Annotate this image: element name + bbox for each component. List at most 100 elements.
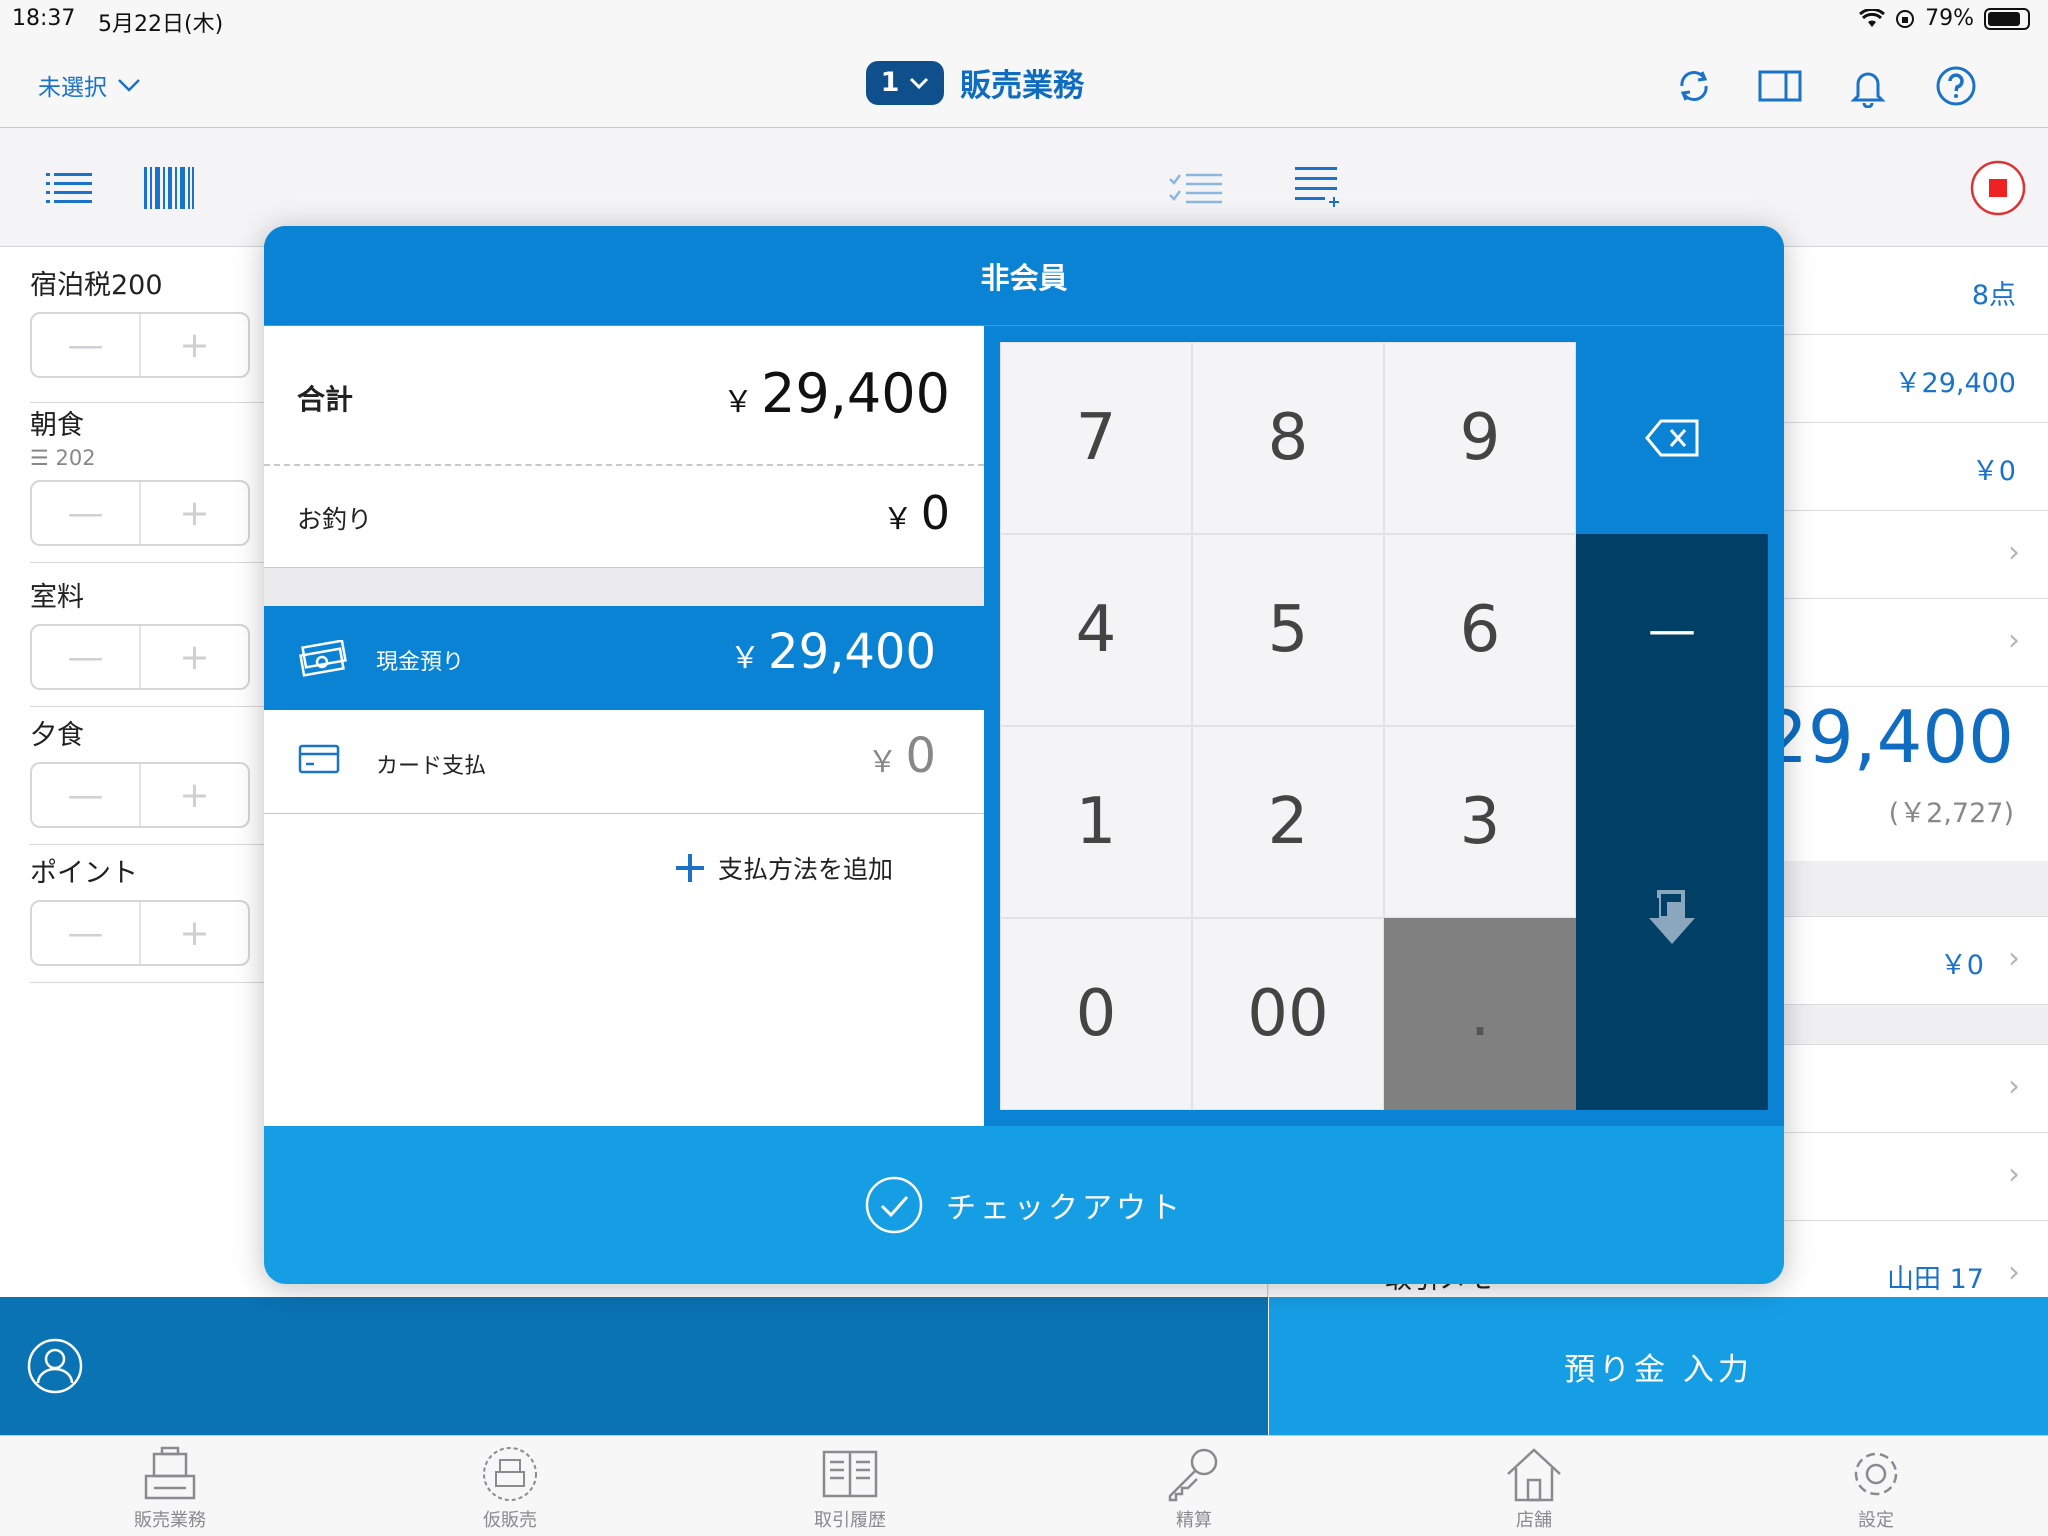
decrement-button[interactable]: — [32, 764, 141, 826]
yen-sign: ￥ [867, 745, 898, 780]
key-3[interactable]: 3 [1384, 726, 1576, 918]
item-count: 8点 [1971, 280, 2016, 311]
quantity-stepper: — + [30, 480, 250, 546]
selection-arrow [962, 624, 986, 678]
change-label: お釣り [297, 505, 373, 534]
register-icon [144, 1446, 196, 1500]
chevron-right-icon: › [2008, 535, 2020, 570]
quantity-stepper: — + [30, 312, 250, 378]
key-decimal[interactable]: . [1384, 918, 1576, 1110]
tab-store[interactable]: 店舗 [1464, 1446, 1604, 1532]
key-icon [1168, 1448, 1218, 1502]
payment-method-cash[interactable]: 現金預り ￥ 29,400 [264, 606, 984, 710]
product-item: ポイント — + [30, 851, 270, 983]
menu-icon: ☰ [30, 446, 56, 470]
key-1[interactable]: 1 [1000, 726, 1192, 918]
increment-button[interactable]: + [141, 902, 248, 964]
quantity-stepper: — + [30, 762, 250, 828]
change-value: 0 [920, 486, 950, 540]
increment-button[interactable]: + [141, 314, 248, 376]
key-5[interactable]: 5 [1192, 534, 1384, 726]
tab-temporary-sales[interactable]: 仮販売 [440, 1446, 580, 1532]
list-view-icon[interactable] [46, 171, 92, 205]
decrement-button[interactable]: — [32, 902, 141, 964]
backspace-icon [1645, 419, 1699, 457]
key-4[interactable]: 4 [1000, 534, 1192, 726]
quantity-stepper: — + [30, 624, 250, 690]
payment-method-card[interactable]: カード支払 ￥ 0 [264, 710, 984, 814]
product-name: 宿泊税200 [30, 270, 163, 301]
tab-label: 店舗 [1516, 1510, 1552, 1531]
add-list-icon[interactable] [1295, 165, 1341, 211]
tab-label: 設定 [1858, 1510, 1894, 1531]
help-icon[interactable] [1934, 64, 1978, 108]
increment-button[interactable]: + [141, 626, 248, 688]
backspace-button[interactable] [1576, 342, 1768, 534]
refresh-icon[interactable] [1672, 64, 1716, 108]
numeric-keypad: 7 8 9 4 5 6 — 1 2 3 0 00 . [1000, 342, 1768, 1110]
tab-settings[interactable]: 設定 [1806, 1446, 1946, 1532]
product-name: 夕食 [30, 720, 84, 751]
product-name: 朝食 [30, 410, 84, 441]
product-name: 室料 [30, 582, 84, 613]
chevron-right-icon: › [2008, 1255, 2020, 1290]
customer-icon[interactable] [26, 1337, 84, 1395]
key-0[interactable]: 0 [1000, 918, 1192, 1110]
total-row: 合計 ￥ 29,400 [264, 326, 984, 466]
add-payment-button[interactable]: 支払方法を追加 [674, 850, 893, 886]
customer-bar [0, 1297, 1268, 1435]
split-view-icon[interactable] [1758, 64, 1802, 108]
key-9[interactable]: 9 [1384, 342, 1576, 534]
deposit-input-button[interactable]: 預り金 入力 [1269, 1297, 2048, 1435]
tab-bar: 販売業務 仮販売 取引履歴 精算 店舗 設定 [0, 1435, 2048, 1536]
decrement-button[interactable]: — [32, 482, 141, 544]
enter-icon [1649, 890, 1695, 944]
product-name: ポイント [30, 858, 138, 889]
decrement-button[interactable]: — [32, 626, 141, 688]
key-00[interactable]: 00 [1192, 918, 1384, 1110]
register-selector[interactable]: 1 [866, 60, 944, 105]
yen-sign: ￥ [723, 385, 754, 420]
enter-button[interactable] [1576, 726, 1768, 1110]
stop-icon[interactable] [1969, 159, 2027, 217]
key-7[interactable]: 7 [1000, 342, 1192, 534]
key-8[interactable]: 8 [1192, 342, 1384, 534]
page-title: 販売業務 [960, 68, 1084, 104]
orientation-lock-icon [1896, 9, 1915, 28]
product-item: 朝食 ☰ 202 — + [30, 403, 270, 563]
checklist-icon[interactable] [1168, 171, 1222, 205]
product-item: 夕食 — + [30, 713, 270, 845]
tab-history[interactable]: 取引履歴 [780, 1446, 920, 1532]
barcode-icon[interactable] [144, 167, 194, 209]
payment-amount-value: 29,400 [768, 624, 936, 680]
status-date: 5月22日(木) [98, 12, 224, 37]
minus-button[interactable]: — [1576, 534, 1768, 726]
tab-label: 販売業務 [134, 1510, 206, 1531]
add-payment-label: 支払方法を追加 [718, 855, 894, 884]
total-amount: ￥ 29,400 [723, 362, 950, 425]
chevron-right-icon: › [2008, 623, 2020, 658]
nav-bar: 未選択 1 販売業務 [0, 40, 2048, 128]
unselected-dropdown[interactable]: 未選択 [38, 68, 141, 102]
quantity-stepper: — + [30, 900, 250, 966]
tab-label: 仮販売 [483, 1510, 537, 1531]
card-icon [298, 744, 340, 774]
chevron-down-icon [910, 77, 929, 89]
checkout-button[interactable]: チェックアウト [264, 1126, 1784, 1284]
tab-sales[interactable]: 販売業務 [100, 1446, 240, 1532]
product-item: 宿泊税200 — + [30, 263, 270, 403]
increment-button[interactable]: + [141, 764, 248, 826]
discount-value: ￥0 [1971, 456, 2016, 487]
decrement-button[interactable]: — [32, 314, 141, 376]
bell-icon[interactable] [1846, 64, 1890, 108]
product-item: 室料 — + [30, 575, 270, 707]
gear-icon [1854, 1452, 1898, 1496]
key-2[interactable]: 2 [1192, 726, 1384, 918]
tab-settlement[interactable]: 精算 [1124, 1446, 1264, 1532]
key-6[interactable]: 6 [1384, 534, 1576, 726]
plus-icon [676, 854, 704, 882]
increment-button[interactable]: + [141, 482, 248, 544]
chevron-down-icon [118, 79, 140, 92]
modal-title: 非会員 [264, 226, 1784, 326]
tax-value: (￥2,727) [1888, 798, 2014, 829]
